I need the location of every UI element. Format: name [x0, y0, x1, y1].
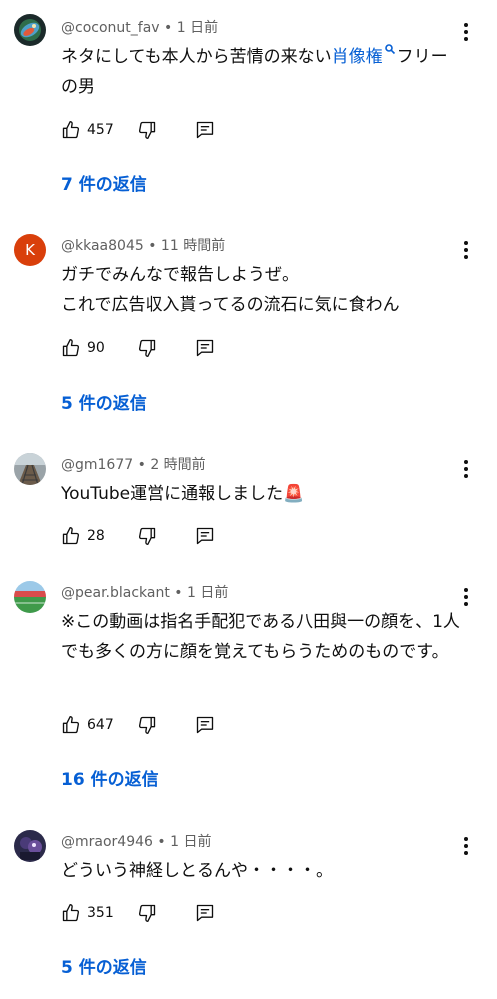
thumbs-down-icon	[138, 904, 156, 922]
comment-text: YouTube運営に通報しました🚨	[61, 484, 305, 504]
like-count: 90	[87, 340, 105, 356]
comment-time: • 11 時間前	[143, 238, 226, 254]
comment-reply-icon	[196, 121, 214, 139]
view-replies-button[interactable]: 5 件の返信	[61, 956, 147, 980]
comment-time: • 1 日前	[159, 20, 219, 36]
like-button[interactable]: 90	[61, 338, 131, 358]
dislike-button[interactable]	[137, 120, 157, 140]
comment-text: どういう神経しとるんや・・・・。	[61, 861, 333, 881]
comment-text: ガチでみんなで報告しようぜ。 これで広告収入貰ってるの流石に気に食わん	[61, 265, 400, 315]
comment-author[interactable]: @mraor4946	[61, 834, 153, 850]
avatar[interactable]	[14, 14, 46, 46]
avatar-coconut-icon	[14, 14, 46, 46]
like-count: 647	[87, 717, 114, 733]
like-button[interactable]: 647	[61, 715, 131, 735]
thumbs-up-icon	[62, 716, 80, 734]
reply-button[interactable]	[195, 526, 215, 546]
thumbs-up-icon	[62, 339, 80, 357]
avatar-character-icon	[14, 830, 46, 862]
dislike-button[interactable]	[137, 526, 157, 546]
more-options-button[interactable]	[456, 585, 476, 609]
comment-text: ※この動画は指名手配犯である八田與一の顔を、1人でも多くの方に顔を覚えてもらうた…	[61, 612, 460, 662]
reply-button[interactable]	[195, 338, 215, 358]
thumbs-up-icon	[62, 527, 80, 545]
more-options-button[interactable]	[456, 20, 476, 44]
comment-meta: @gm1677 • 2 時間前	[61, 455, 206, 475]
comment-author[interactable]: @gm1677	[61, 457, 133, 473]
comment-actions: 457	[61, 118, 215, 142]
comment-meta: @mraor4946 • 1 日前	[61, 832, 211, 852]
comment-time: • 1 日前	[169, 585, 229, 601]
comment-author[interactable]: @pear.blackant	[61, 585, 170, 601]
comment-reply-icon	[196, 716, 214, 734]
comment-actions: 28	[61, 524, 215, 548]
comment-reply-icon	[196, 527, 214, 545]
more-options-button[interactable]	[456, 238, 476, 262]
comment-actions: 90	[61, 336, 215, 360]
like-button[interactable]: 457	[61, 120, 131, 140]
comment-author[interactable]: @kkaa8045	[61, 238, 144, 254]
avatar[interactable]	[14, 830, 46, 862]
comment-actions: 647	[61, 713, 215, 737]
avatar-railway-icon	[14, 453, 46, 485]
avatar[interactable]: K	[14, 234, 46, 266]
thumbs-down-icon	[138, 527, 156, 545]
comment-meta: @pear.blackant • 1 日前	[61, 583, 228, 603]
dislike-button[interactable]	[137, 338, 157, 358]
thumbs-up-icon	[62, 904, 80, 922]
like-count: 351	[87, 905, 114, 921]
view-replies-button[interactable]: 7 件の返信	[61, 173, 147, 197]
like-count: 28	[87, 528, 105, 544]
comment-actions: 351	[61, 901, 215, 925]
thumbs-down-icon	[138, 339, 156, 357]
dislike-button[interactable]	[137, 715, 157, 735]
avatar-letter: K	[25, 241, 35, 259]
more-options-button[interactable]	[456, 457, 476, 481]
search-link[interactable]: 肖像権	[332, 47, 383, 67]
thumbs-up-icon	[62, 121, 80, 139]
avatar-stadium-icon	[14, 581, 46, 613]
like-count: 457	[87, 122, 114, 138]
comment-time: • 2 時間前	[133, 457, 206, 473]
comment-meta: @coconut_fav • 1 日前	[61, 18, 218, 38]
thumbs-down-icon	[138, 121, 156, 139]
like-button[interactable]: 28	[61, 526, 131, 546]
comment-reply-icon	[196, 339, 214, 357]
view-replies-button[interactable]: 5 件の返信	[61, 392, 147, 416]
thumbs-down-icon	[138, 716, 156, 734]
comment-time: • 1 日前	[152, 834, 212, 850]
comment-meta: @kkaa8045 • 11 時間前	[61, 236, 225, 256]
comment-reply-icon	[196, 904, 214, 922]
comment-text: ネタにしても本人から苦情の来ない肖像権 フリーの男	[61, 42, 461, 102]
avatar[interactable]	[14, 453, 46, 485]
comment-author[interactable]: @coconut_fav	[61, 20, 160, 36]
like-button[interactable]: 351	[61, 903, 131, 923]
more-options-button[interactable]	[456, 834, 476, 858]
reply-button[interactable]	[195, 120, 215, 140]
reply-button[interactable]	[195, 903, 215, 923]
dislike-button[interactable]	[137, 903, 157, 923]
view-replies-button[interactable]: 16 件の返信	[61, 768, 159, 792]
avatar[interactable]	[14, 581, 46, 613]
search-icon[interactable]	[384, 43, 396, 55]
reply-button[interactable]	[195, 715, 215, 735]
